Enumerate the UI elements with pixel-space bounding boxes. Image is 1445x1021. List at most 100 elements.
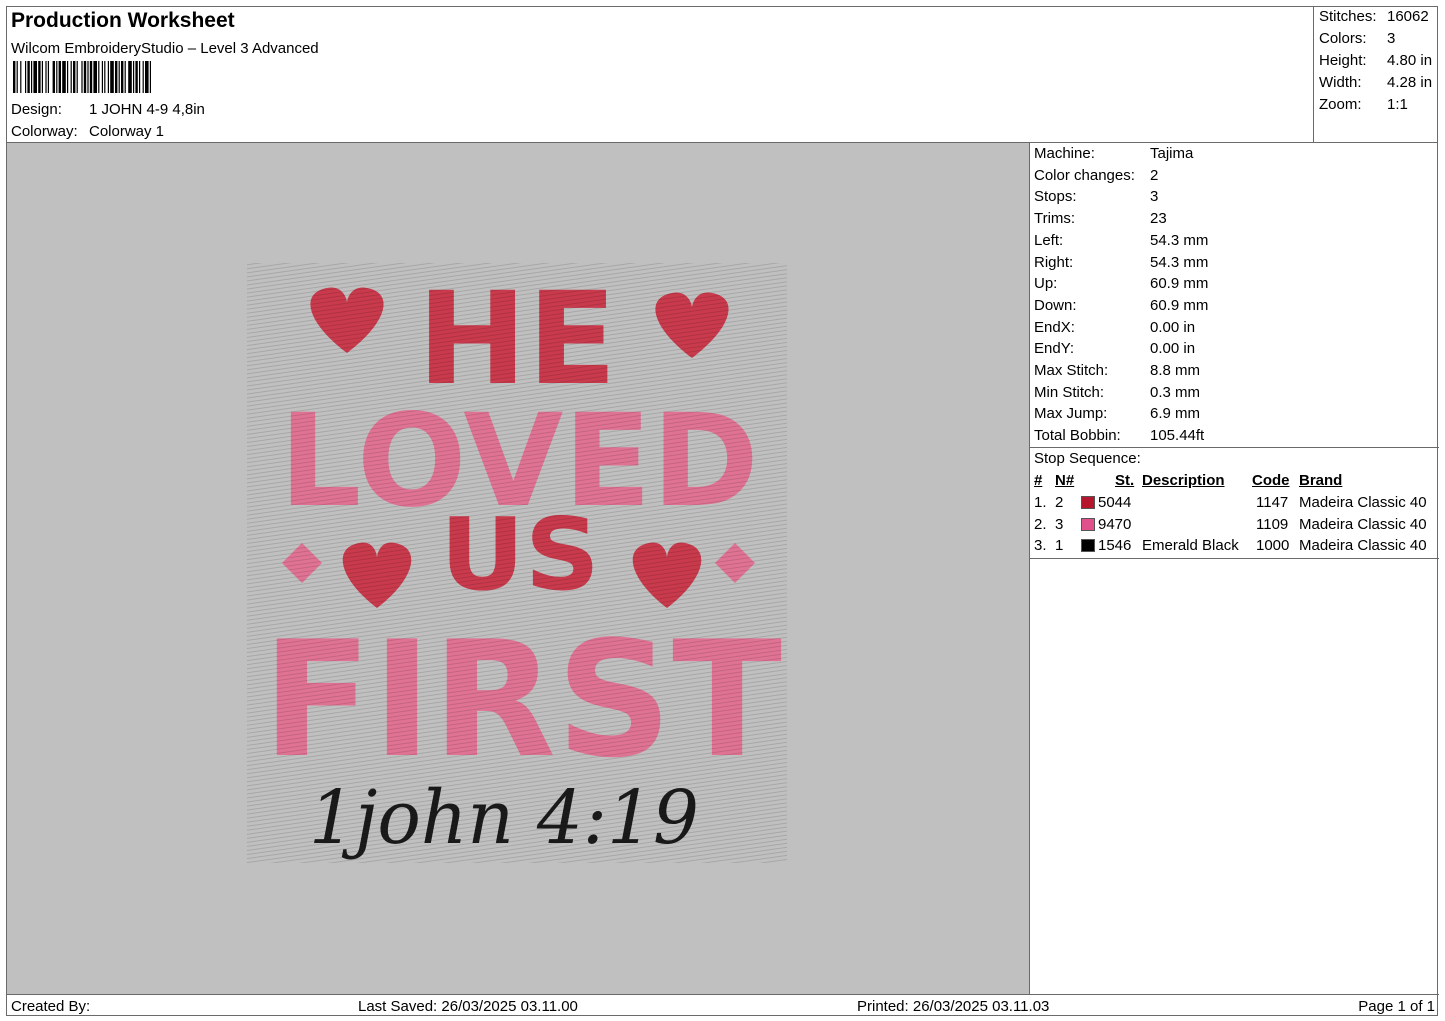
property-value: 23 [1150, 210, 1167, 228]
properties-panel: Machine: Tajima Color changes: 2 Stops: 3 Trim… [1030, 143, 1439, 994]
colorway-value: Colorway 1 [89, 123, 165, 140]
col-header-brand: Brand [1299, 472, 1343, 489]
property-label: Down: [1034, 296, 1077, 314]
property-label: EndY: [1034, 340, 1075, 358]
colorway-label: Colorway: [11, 123, 78, 140]
colorway-row: Colorway: Colorway 1 [11, 123, 164, 140]
property-row: EndX: 0.00 in [1034, 319, 1195, 336]
stop-sequence-title: Stop Sequence: [1034, 450, 1141, 467]
stat-zoom: Zoom: 1:1 [1319, 96, 1408, 113]
property-label: Machine: [1034, 145, 1095, 162]
created-by: Created By: [11, 998, 91, 1015]
stop-code: 1147 [1256, 494, 1289, 511]
color-swatch [1081, 496, 1095, 509]
printed-date: Printed: 26/03/2025 03.11.03 [857, 998, 1050, 1015]
col-header-code: Code [1252, 472, 1290, 489]
design-text-reference: 1john 4:19 [309, 775, 699, 861]
page-number: Page 1 of 1 [1358, 998, 1435, 1015]
property-row: Min Stitch: 0.3 mm [1034, 384, 1200, 401]
stop-index: 2. [1034, 515, 1047, 533]
property-row: EndY: 0.00 in [1034, 340, 1195, 357]
embroidery-design: HE LOVED US FIRST 1john 4:19 [247, 263, 787, 863]
last-saved: Last Saved: 26/03/2025 03.11.00 [358, 998, 578, 1015]
machine-properties: Machine: Tajima Color changes: 2 Stops: 3 Trim… [1030, 143, 1439, 448]
property-label: Total Bobbin: [1034, 427, 1121, 445]
property-label: Color changes: [1034, 166, 1135, 184]
stat-width: Width: 4.28 in [1319, 74, 1433, 91]
stop-stitches: 9470 [1098, 515, 1132, 533]
design-preview: HE LOVED US FIRST 1john 4:19 [7, 143, 1030, 994]
property-value: 0.00 in [1150, 340, 1196, 358]
heart-icon [655, 292, 729, 358]
stop-needle: 1 [1055, 537, 1064, 554]
stop-stitches: 5044 [1098, 494, 1132, 511]
property-row: Max Jump: 6.9 mm [1034, 405, 1200, 422]
property-label: EndX: [1034, 318, 1075, 336]
stop-needle: 3 [1055, 515, 1064, 533]
property-value: 0.3 mm [1150, 383, 1201, 401]
stop-code: 1000 [1256, 537, 1290, 554]
property-row: Max Stitch: 8.8 mm [1034, 362, 1200, 379]
design-text-us: US [440, 496, 600, 613]
stop-description: Emerald Black [1142, 537, 1239, 554]
stop-brand: Madeira Classic 40 [1299, 515, 1427, 533]
property-value: 0.00 in [1150, 318, 1196, 336]
stop-stitches: 1546 [1098, 537, 1132, 554]
stat-height: Height: 4.80 in [1319, 52, 1433, 69]
stop-index: 1. [1034, 494, 1047, 511]
diamond-icon [282, 543, 322, 583]
property-value: 3 [1150, 188, 1159, 206]
property-value: 60.9 mm [1150, 296, 1209, 314]
property-label: Stops: [1034, 188, 1077, 206]
production-worksheet: Production Worksheet Wilcom EmbroiderySt… [6, 6, 1439, 1016]
heart-icon [342, 542, 412, 608]
heart-icon [632, 542, 702, 608]
property-value: 60.9 mm [1150, 275, 1209, 293]
property-row: Down: 60.9 mm [1034, 297, 1208, 314]
property-value: 54.3 mm [1150, 253, 1209, 271]
design-row: Design: 1 JOHN 4-9 4,8in [11, 101, 205, 118]
stats-box: Stitches: 16062 Colors: 3 Height: 4.80 in W… [1314, 7, 1437, 143]
color-swatch [1081, 517, 1095, 531]
stat-stitches: Stitches: 16062 [1319, 8, 1429, 25]
property-value: 54.3 mm [1150, 231, 1209, 249]
property-row: Stops: 3 [1034, 188, 1158, 205]
property-label: Trims: [1034, 210, 1076, 228]
stat-colors: Colors: 3 [1319, 30, 1396, 47]
stop-index: 3. [1034, 537, 1047, 554]
software-name: Wilcom EmbroideryStudio – Level 3 Advanc… [11, 40, 319, 57]
design-label: Design: [11, 101, 62, 118]
stop-sequence-table: Stop Sequence: # N# St. Description Code… [1030, 448, 1439, 559]
stop-needle: 2 [1055, 494, 1064, 511]
stop-code: 1109 [1256, 515, 1289, 533]
property-label: Left: [1034, 231, 1064, 249]
property-row: Left: 54.3 mm [1034, 232, 1208, 249]
property-row: Right: 54.3 mm [1034, 254, 1208, 271]
barcode-image [13, 61, 151, 93]
diamond-icon [715, 543, 755, 583]
property-label: Max Jump: [1034, 405, 1108, 423]
col-header-stitches: St. [1115, 472, 1135, 489]
property-row: Total Bobbin: 105.44ft [1034, 427, 1204, 444]
property-label: Max Stitch: [1034, 362, 1109, 379]
property-label: Up: [1034, 275, 1058, 293]
heart-icon [310, 287, 384, 353]
property-value: 8.8 mm [1150, 362, 1201, 379]
design-value: 1 JOHN 4-9 4,8in [89, 101, 205, 118]
col-header-index: # [1034, 472, 1043, 489]
property-label: Right: [1034, 253, 1074, 271]
design-text-first: FIRST [262, 606, 782, 793]
page-title: Production Worksheet [11, 9, 235, 32]
property-value: 2 [1150, 166, 1159, 184]
property-row: Color changes: 2 [1034, 167, 1158, 184]
stop-brand: Madeira Classic 40 [1299, 494, 1427, 511]
property-row: Up: 60.9 mm [1034, 275, 1208, 292]
worksheet-header: Production Worksheet Wilcom EmbroiderySt… [7, 7, 1314, 143]
stop-brand: Madeira Classic 40 [1299, 537, 1427, 554]
color-swatch [1081, 539, 1095, 552]
property-value: Tajima [1150, 145, 1194, 162]
property-value: 105.44ft [1150, 427, 1205, 445]
worksheet-footer: Created By: Last Saved: 26/03/2025 03.11… [7, 994, 1439, 1016]
property-row: Machine: Tajima [1034, 145, 1193, 162]
col-header-needle: N# [1055, 472, 1075, 489]
